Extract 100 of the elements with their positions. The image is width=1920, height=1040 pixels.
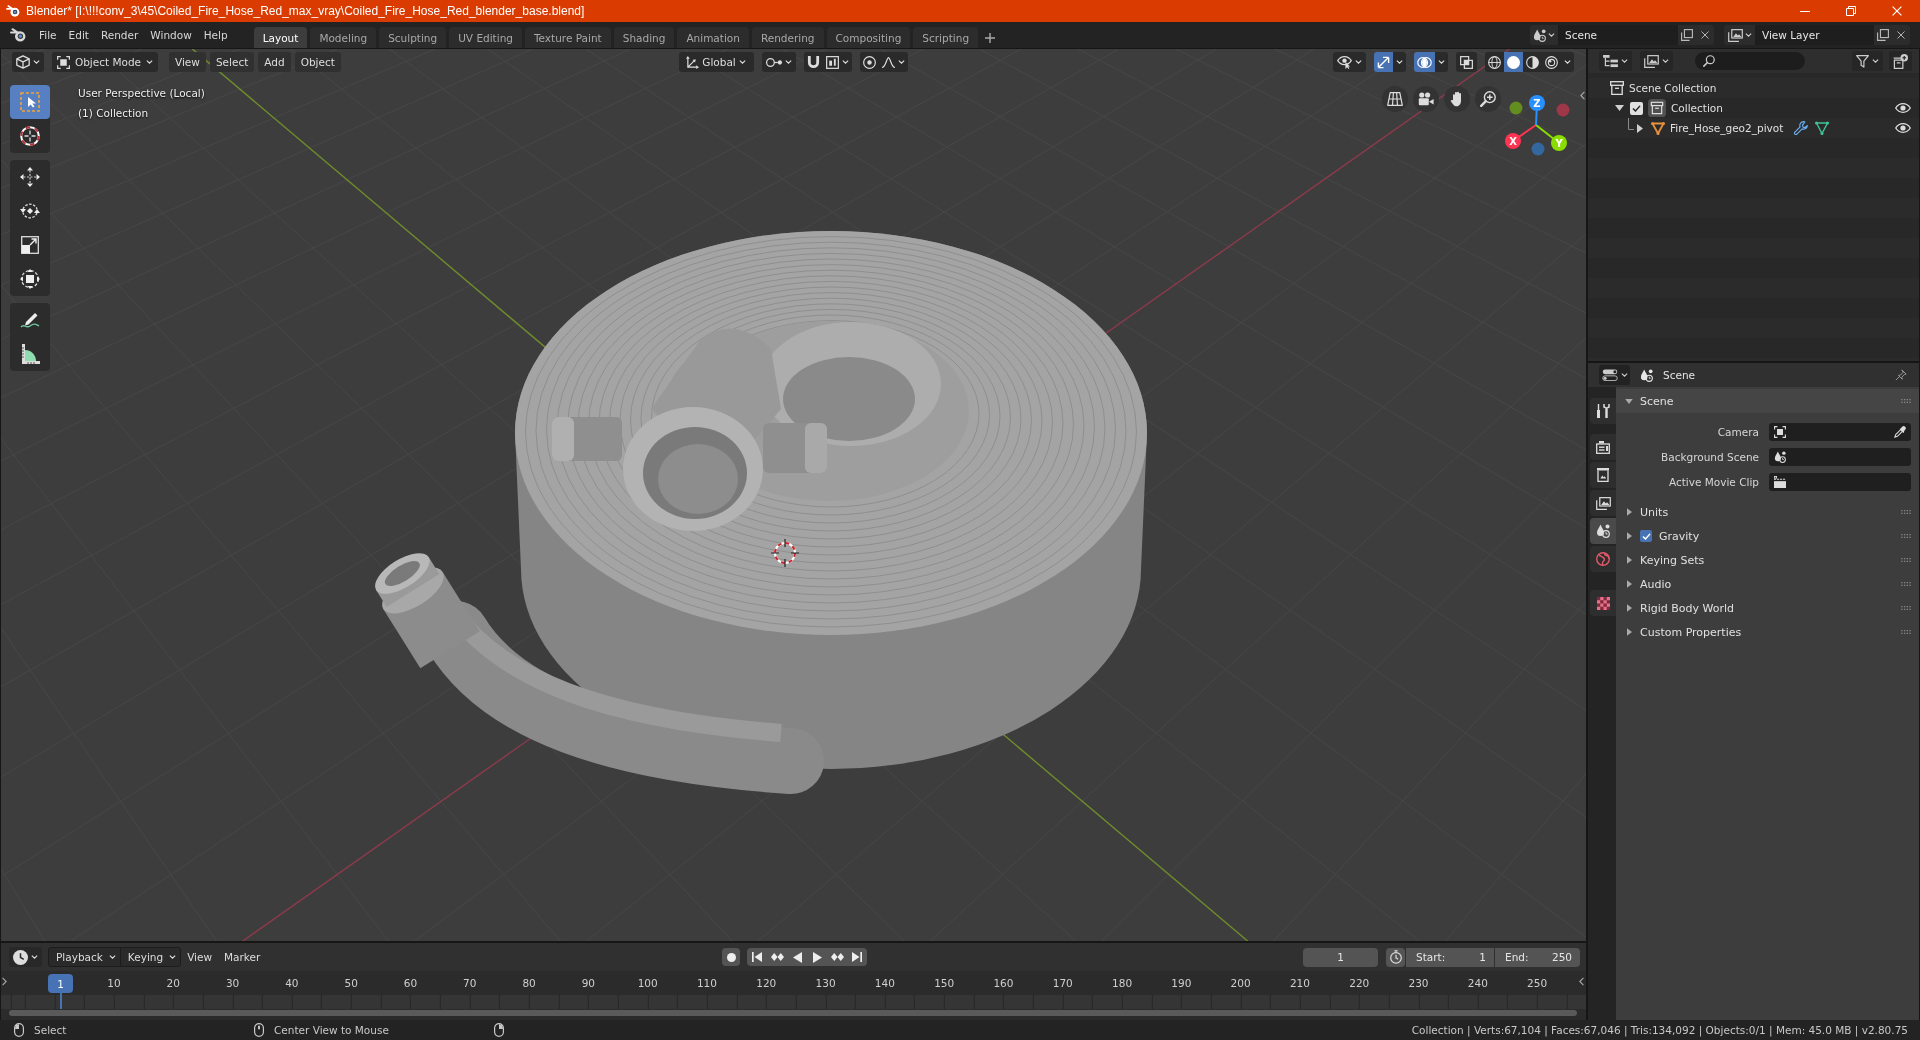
axis-handle[interactable] [1556,103,1570,117]
coiled-hose-drawing[interactable] [375,231,1147,794]
wireframe-shading-button[interactable] [1485,52,1504,72]
pivot-dropdown[interactable] [761,52,796,72]
drag-handle-icon[interactable] [1901,582,1911,586]
workspace-tab[interactable]: Modeling [310,27,377,48]
panel-title[interactable]: Custom Properties [1640,625,1742,639]
panel-title[interactable]: Scene [1640,394,1674,408]
disclosure-triangle-icon[interactable] [1625,398,1633,404]
eye-icon[interactable] [1895,103,1911,113]
disclosure-triangle-icon[interactable] [1626,532,1632,540]
new-scene-button[interactable] [1678,25,1696,45]
filter-button[interactable] [1852,51,1883,71]
disclosure-triangle-icon[interactable] [1614,105,1624,111]
visibility-dropdown[interactable] [1333,52,1366,72]
chevron-icon[interactable] [2,977,7,986]
world-tab[interactable] [1590,546,1616,572]
checkbox[interactable] [1630,101,1643,115]
drag-handle-icon[interactable] [1901,558,1911,562]
orientation-dropdown[interactable]: Global [678,52,754,72]
menu-button[interactable]: Render [94,25,145,45]
editor-type-button[interactable] [9,947,42,967]
menu-button[interactable]: Help [197,25,234,45]
display-mode-button[interactable] [1640,51,1673,71]
new-view-layer-button[interactable] [1874,25,1892,45]
disclosure-triangle-icon[interactable] [1626,556,1632,564]
pan-view-button[interactable] [1444,86,1470,112]
camera-field[interactable] [1769,422,1911,441]
axis-handle[interactable] [1505,133,1521,149]
view-layer-name-field[interactable]: View Layer [1755,25,1874,45]
wrench-icon[interactable] [1794,121,1809,135]
panel-title[interactable]: Units [1640,505,1669,519]
menu-button[interactable]: Object [294,52,341,72]
chevron-icon[interactable] [1579,977,1584,986]
zoom-view-button[interactable] [1475,86,1501,112]
remove-scene-button[interactable] [1696,25,1714,45]
camera-view-button[interactable] [1413,86,1439,112]
menu-button[interactable]: View [169,52,206,72]
menu-button[interactable]: Marker [218,947,267,967]
workspace-tab[interactable]: Compositing [826,27,911,48]
preview-range-button[interactable] [1386,947,1405,967]
record-button[interactable] [722,948,740,966]
end-frame-field[interactable]: End: 250 [1495,947,1580,967]
movie-clip-field[interactable] [1769,472,1911,491]
app-menu-button[interactable] [8,25,28,45]
mode-dropdown[interactable]: Object Mode [52,52,158,72]
menu-button[interactable]: Add [258,52,291,72]
mesh-triangle-icon[interactable] [1815,121,1830,135]
archive-box-tile-icon[interactable] [1648,99,1666,117]
current-frame-field[interactable]: 1 [1303,947,1378,967]
snap-toggle[interactable] [803,52,823,72]
checkbox[interactable] [1640,530,1652,542]
scene-field[interactable] [1769,447,1911,466]
drag-handle-icon[interactable] [1901,399,1911,403]
disclosure-triangle-icon[interactable] [1637,123,1643,133]
disclosure-triangle-icon[interactable] [1626,604,1632,612]
tool-tab[interactable] [1590,398,1616,424]
workspace-tab[interactable]: Scripting [913,27,979,48]
pin-icon[interactable] [1895,369,1907,381]
drag-handle-icon[interactable] [1901,606,1911,610]
outliner-item[interactable]: Scene Collection [1629,82,1717,94]
texture-tab[interactable] [1590,590,1616,616]
axis-handle[interactable] [1531,142,1545,156]
overlay-options-button[interactable] [1435,52,1448,72]
workspace-tab[interactable]: UV Editing [449,27,522,48]
proportional-edit-toggle[interactable] [859,52,879,72]
remove-view-layer-button[interactable] [1892,25,1910,45]
drag-handle-icon[interactable] [1901,630,1911,634]
eyedropper-icon[interactable] [1894,425,1906,438]
menu-dropdown[interactable]: Keying [119,947,182,967]
new-collection-button[interactable] [1889,51,1912,71]
shading-options-button[interactable] [1561,52,1574,72]
scene-selector-button[interactable] [1530,25,1558,45]
start-frame-field[interactable]: Start: 1 [1406,947,1494,967]
scene-tab[interactable] [1590,518,1616,544]
select-box-tool-button[interactable] [10,85,50,119]
menu-button[interactable]: Select [209,52,255,72]
editor-type-button[interactable] [1599,51,1632,71]
panel-title[interactable]: Keying Sets [1640,553,1705,567]
panel-title[interactable]: Audio [1640,577,1672,591]
menu-button[interactable]: Window [144,25,198,45]
outliner-item[interactable]: Fire_Hose_geo2_pivot [1670,122,1784,134]
editor-type-button[interactable] [12,52,44,72]
ortho-toggle-button[interactable] [1382,86,1408,112]
disclosure-triangle-icon[interactable] [1626,580,1632,588]
menu-button[interactable]: File [33,25,63,45]
material-shading-button[interactable] [1523,52,1542,72]
overlays-toggle[interactable] [1414,52,1435,72]
editor-type-button[interactable] [1599,365,1630,385]
panel-header[interactable]: Scene [1616,389,1919,413]
axis-handle[interactable] [1509,101,1523,115]
output-tab[interactable] [1590,462,1616,488]
render-tab[interactable] [1590,434,1616,460]
view-layer-selector-button[interactable] [1724,25,1755,45]
drag-handle-icon[interactable] [1901,534,1911,538]
scrollbar-thumb[interactable] [9,1010,1577,1016]
gizmo-toggle[interactable] [1374,52,1393,72]
falloff-dropdown[interactable] [878,52,908,72]
workspace-tab[interactable]: Layout [253,27,308,48]
search-field[interactable] [1695,52,1805,70]
